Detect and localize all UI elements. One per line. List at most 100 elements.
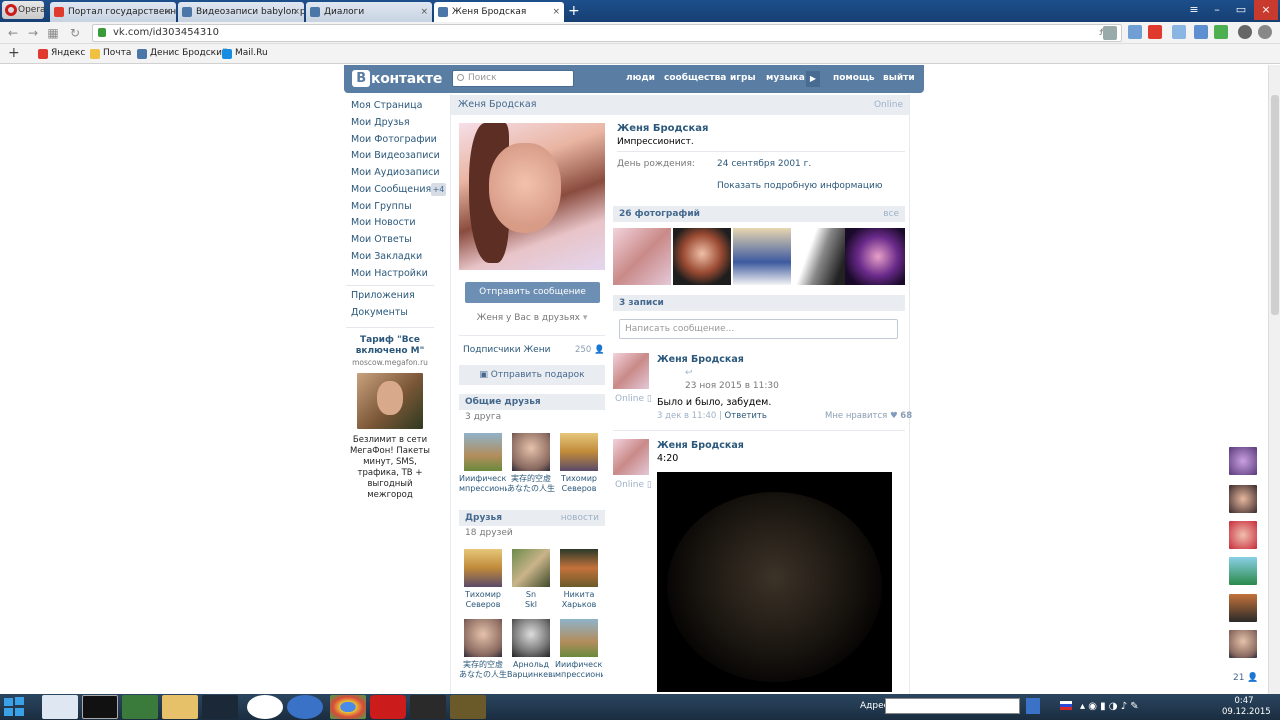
menu-my-page[interactable]: Моя Страница <box>351 100 422 111</box>
photo-thumb[interactable] <box>845 228 905 285</box>
download-icon[interactable] <box>1214 25 1228 39</box>
sidebar-friends-count[interactable]: 21 👤 <box>1233 673 1259 683</box>
vk-logo[interactable]: Вконтакте <box>352 70 442 88</box>
ad-image[interactable] <box>357 373 423 429</box>
photo-thumb[interactable] <box>793 228 851 285</box>
new-tab-button[interactable]: + <box>568 2 582 20</box>
taskbar-address-input[interactable] <box>885 698 1020 714</box>
sidebar-friend-avatar[interactable] <box>1229 630 1257 658</box>
computer-icon[interactable] <box>122 695 158 719</box>
maximize-icon[interactable]: ▭ <box>1230 0 1252 20</box>
vk-extension-icon[interactable] <box>1194 25 1208 39</box>
friend-card[interactable]: АрнольдВарцинкевич <box>507 619 555 680</box>
opera-menu-button[interactable]: Opera <box>2 1 46 19</box>
power-icon[interactable] <box>1238 25 1252 39</box>
url-input[interactable]: vk.com/id303454310 Ꝭ A <box>92 24 1122 42</box>
friend-card[interactable]: Никита Харьков <box>555 549 603 610</box>
friend-photo[interactable] <box>560 549 598 587</box>
back-icon[interactable]: ← <box>6 25 20 41</box>
menu-documents[interactable]: Документы <box>351 307 408 318</box>
friend-photo[interactable] <box>464 433 502 471</box>
friend-card[interactable]: 実存的空虚 あなたの人生 <box>459 619 507 680</box>
taskbar-clock[interactable]: 0:47 09.12.2015 <box>1222 696 1271 718</box>
menu-my-bookmarks[interactable]: Мои Закладки <box>351 251 422 262</box>
send-message-button[interactable]: Отправить сообщение <box>465 282 600 303</box>
nav-people[interactable]: люди <box>626 73 655 83</box>
friend-card[interactable]: Тихомир Северов <box>555 433 603 494</box>
post-avatar[interactable] <box>613 353 649 389</box>
close-icon[interactable]: × <box>164 2 172 22</box>
messages-badge[interactable]: +4 <box>431 183 446 196</box>
app-icon[interactable] <box>450 695 486 719</box>
bookmark-denis[interactable]: Денис Бродский <box>137 48 228 59</box>
post-video[interactable] <box>657 472 892 692</box>
opera-taskbar-icon[interactable] <box>370 695 406 719</box>
sidebar-friend-avatar[interactable] <box>1229 447 1257 475</box>
tab-dialogs[interactable]: Диалоги × <box>306 2 432 22</box>
nav-logout[interactable]: выйти <box>883 73 915 83</box>
post-meta-date[interactable]: 3 дек в 11:40 <box>657 411 716 421</box>
tab-profile[interactable]: Женя Бродская × <box>434 2 564 22</box>
cmd-icon[interactable] <box>82 695 118 719</box>
tab-gosuslugi[interactable]: Портал государственных× <box>50 2 176 22</box>
post-author[interactable]: Женя Бродская <box>657 440 744 451</box>
menu-my-groups[interactable]: Мои Группы <box>351 201 412 212</box>
tab-list-icon[interactable]: ≡ <box>1184 0 1204 20</box>
forward-icon[interactable]: → <box>26 25 40 41</box>
common-friends-header[interactable]: Общие друзья <box>459 394 605 410</box>
windows-start-icon[interactable] <box>4 697 26 717</box>
add-bookmark-icon[interactable]: + <box>8 45 20 61</box>
friend-status-dropdown[interactable]: Женя у Вас в друзьях ▾ <box>459 313 605 323</box>
friends-header[interactable]: Друзья новости <box>459 510 605 526</box>
nav-communities[interactable]: сообщества <box>664 73 726 83</box>
reply-link[interactable]: Ответить <box>725 411 767 421</box>
play-icon[interactable]: ▶ <box>806 71 820 87</box>
menu-my-messages[interactable]: Мои Сообщения <box>351 184 431 195</box>
heart-icon[interactable] <box>1103 26 1117 40</box>
show-more-info-link[interactable]: Показать подробную информацию <box>717 181 882 191</box>
search-input[interactable]: Поиск <box>452 70 574 87</box>
reload-icon[interactable]: ↻ <box>68 25 82 41</box>
profile-status[interactable]: Импрессионист. <box>617 137 694 147</box>
menu-my-videos[interactable]: Мои Видеозаписи <box>351 150 440 161</box>
like-button[interactable]: Мне нравится ♥ 68 <box>825 411 912 421</box>
friend-card[interactable]: Ииифическиймпрессионис <box>459 433 507 494</box>
post-avatar[interactable] <box>613 439 649 475</box>
wall-post-input[interactable]: Написать сообщение... <box>619 319 898 339</box>
minimize-icon[interactable]: – <box>1206 0 1228 20</box>
sidebar-friend-avatar[interactable] <box>1229 521 1257 549</box>
friend-card[interactable]: 実存的空虚 あなたの人生 <box>507 433 555 494</box>
extension-icon[interactable] <box>1128 25 1142 39</box>
chrome-icon[interactable] <box>330 695 366 719</box>
sidebar-friend-avatar[interactable] <box>1229 594 1257 622</box>
yandex-browser-icon[interactable] <box>247 695 283 719</box>
nav-music[interactable]: музыка <box>766 73 805 83</box>
photos-header[interactable]: 26 фотографий все <box>613 206 905 222</box>
friend-photo[interactable] <box>560 619 598 657</box>
nvidia-icon[interactable] <box>410 695 446 719</box>
photo-thumb[interactable] <box>673 228 731 285</box>
tray-icons[interactable]: ▴ ◉ ▮ ◑ ♪ ✎ <box>1080 701 1139 712</box>
ad-title[interactable]: Тариф "Все включено М" <box>346 335 434 357</box>
post-author[interactable]: Женя Бродская <box>657 354 744 365</box>
friend-card[interactable]: Sn Skl <box>507 549 555 610</box>
photos-all-link[interactable]: все <box>883 206 899 222</box>
friend-photo[interactable] <box>464 549 502 587</box>
speed-dial-icon[interactable]: ▦ <box>46 25 60 41</box>
friend-photo[interactable] <box>464 619 502 657</box>
friend-photo[interactable] <box>560 433 598 471</box>
menu-my-answers[interactable]: Мои Ответы <box>351 234 412 245</box>
ad-block[interactable]: Тариф "Все включено М" moscow.megafon.ru… <box>346 335 434 501</box>
scrollbar-thumb[interactable] <box>1271 95 1279 315</box>
bookmark-yandex[interactable]: Яндекс <box>38 48 85 59</box>
menu-my-settings[interactable]: Мои Настройки <box>351 268 428 279</box>
friend-card[interactable]: Ииифическиймпрессионис <box>555 619 603 680</box>
sidebar-friend-avatar[interactable] <box>1229 557 1257 585</box>
close-icon[interactable]: × <box>552 2 560 22</box>
bookmark-mailru[interactable]: Mail.Ru <box>222 48 268 59</box>
bookmark-mail[interactable]: Почта <box>90 48 131 59</box>
close-icon[interactable]: × <box>420 2 428 22</box>
weather-icon[interactable] <box>1172 25 1186 39</box>
friend-photo[interactable] <box>512 433 550 471</box>
menu-apps[interactable]: Приложения <box>351 290 415 301</box>
